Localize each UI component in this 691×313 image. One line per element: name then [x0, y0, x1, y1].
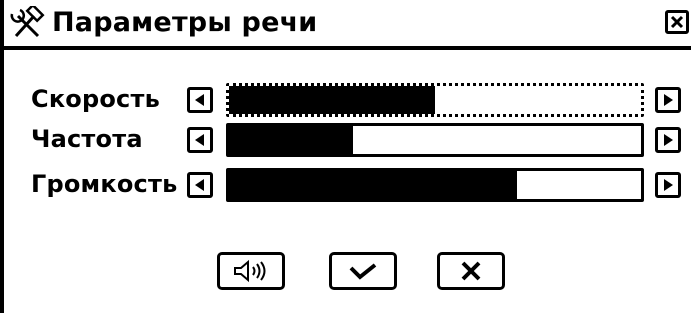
volume-slider[interactable] [226, 168, 644, 202]
close-button[interactable] [665, 10, 689, 34]
triangle-left-icon [195, 134, 204, 146]
decrease-volume-button[interactable] [187, 172, 213, 198]
param-row-volume: Громкость [4, 164, 691, 204]
param-label: Громкость [31, 170, 178, 198]
triangle-right-icon [664, 179, 673, 191]
checkmark-icon [349, 263, 377, 280]
triangle-right-icon [664, 94, 673, 106]
x-icon [461, 261, 481, 281]
speaker-icon [234, 259, 266, 283]
slider-fill [229, 171, 518, 199]
param-row-pitch: Частота [4, 119, 691, 159]
increase-pitch-button[interactable] [655, 127, 681, 153]
increase-volume-button[interactable] [655, 172, 681, 198]
speech-params-dialog: Параметры речи Скорость Частота Громкост… [0, 0, 691, 313]
triangle-left-icon [195, 94, 204, 106]
window-title: Параметры речи [52, 7, 318, 38]
slider-fill [229, 86, 435, 114]
slider-fill [229, 126, 353, 154]
decrease-speed-button[interactable] [187, 87, 213, 113]
triangle-right-icon [664, 134, 673, 146]
title-bar: Параметры речи [4, 0, 691, 50]
speak-button[interactable] [217, 252, 285, 290]
param-label: Скорость [31, 85, 160, 113]
decrease-pitch-button[interactable] [187, 127, 213, 153]
close-icon [670, 15, 684, 29]
triangle-left-icon [195, 179, 204, 191]
speed-slider[interactable] [226, 83, 644, 117]
tools-icon [8, 3, 48, 42]
cancel-button[interactable] [437, 252, 505, 290]
ok-button[interactable] [329, 252, 397, 290]
param-row-speed: Скорость [4, 79, 691, 119]
pitch-slider[interactable] [226, 123, 644, 157]
increase-speed-button[interactable] [655, 87, 681, 113]
param-label: Частота [31, 125, 143, 153]
